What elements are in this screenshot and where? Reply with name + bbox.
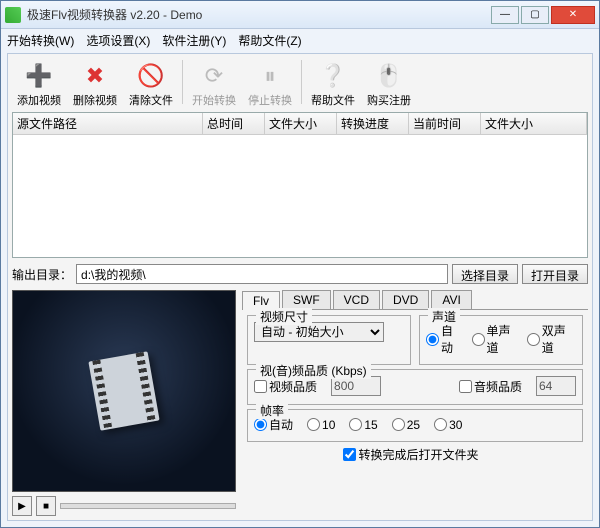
channel-radios: 自动 单声道 双声道 (426, 322, 576, 356)
film-icon (88, 351, 159, 430)
quality-legend: 视(音)频品质 (Kbps) (256, 362, 371, 379)
file-list: 源文件路径 总时间 文件大小 转换进度 当前时间 文件大小 (12, 112, 588, 258)
open-folder-after-check[interactable]: 转换完成后打开文件夹 (343, 446, 478, 463)
output-row: 输出目录： 选择目录 打开目录 (12, 264, 588, 284)
toolbar: ➕ 添加视频 ✖ 删除视频 🚫 清除文件 ⟳ 开始转换 ⏸ 停止转换 (12, 58, 588, 112)
delete-video-label: 删除视频 (73, 92, 117, 108)
clear-files-button[interactable]: 🚫 清除文件 (124, 60, 178, 108)
fps-group: 帧率 自动 10 15 25 30 (247, 409, 583, 442)
window-buttons: — ▢ ✕ (491, 6, 595, 24)
file-list-header: 源文件路径 总时间 文件大小 转换进度 当前时间 文件大小 (13, 113, 587, 135)
toolbar-separator-2 (301, 60, 302, 104)
delete-video-icon: ✖ (79, 60, 111, 92)
output-path-input[interactable] (76, 264, 448, 284)
choose-dir-button[interactable]: 选择目录 (452, 264, 518, 284)
channel-legend: 声道 (428, 308, 460, 325)
channel-auto[interactable]: 自动 (426, 322, 458, 356)
start-convert-label: 开始转换 (192, 92, 236, 108)
video-quality-input (331, 376, 381, 396)
fps-radios: 自动 10 15 25 30 (254, 416, 576, 433)
video-size-select[interactable]: 自动 - 初始大小 (254, 322, 384, 342)
tab-body: 视频尺寸 自动 - 初始大小 声道 自动 单声道 双声道 (242, 310, 588, 516)
fps-legend: 帧率 (256, 402, 288, 419)
video-size-group: 视频尺寸 自动 - 初始大小 (247, 315, 411, 365)
tab-dvd[interactable]: DVD (382, 290, 429, 309)
format-tabs: Flv SWF VCD DVD AVI (242, 290, 588, 310)
menubar: 开始转换(W) 选项设置(X) 软件注册(Y) 帮助文件(Z) (1, 29, 599, 51)
start-convert-button[interactable]: ⟳ 开始转换 (187, 60, 241, 108)
tab-vcd[interactable]: VCD (333, 290, 380, 309)
preview-display (12, 290, 236, 492)
app-icon (5, 7, 21, 23)
menu-start[interactable]: 开始转换(W) (7, 32, 74, 49)
buy-register-label: 购买注册 (367, 92, 411, 108)
col-source-path[interactable]: 源文件路径 (13, 113, 203, 134)
play-controls: ▶ ■ (12, 496, 236, 516)
file-list-body[interactable] (13, 135, 587, 257)
channel-stereo[interactable]: 双声道 (527, 322, 568, 356)
maximize-button[interactable]: ▢ (521, 6, 549, 24)
output-label: 输出目录： (12, 266, 72, 283)
video-size-legend: 视频尺寸 (256, 308, 312, 325)
channel-group: 声道 自动 单声道 双声道 (419, 315, 583, 365)
tab-swf[interactable]: SWF (282, 290, 331, 309)
titlebar: 极速Flv视频转换器 v2.20 - Demo — ▢ ✕ (1, 1, 599, 29)
col-out-size[interactable]: 文件大小 (481, 113, 587, 134)
stop-button[interactable]: ■ (36, 496, 56, 516)
add-video-button[interactable]: ➕ 添加视频 (12, 60, 66, 108)
audio-quality-check[interactable]: 音频品质 (459, 378, 522, 395)
buy-icon: 🖱️ (373, 60, 405, 92)
stop-convert-icon: ⏸ (254, 60, 286, 92)
audio-quality-input (536, 376, 576, 396)
add-video-label: 添加视频 (17, 92, 61, 108)
clear-files-icon: 🚫 (135, 60, 167, 92)
video-quality-check[interactable]: 视频品质 (254, 378, 317, 395)
lower-panel: ▶ ■ Flv SWF VCD DVD AVI 视频尺寸 (12, 290, 588, 516)
app-window: 极速Flv视频转换器 v2.20 - Demo — ▢ ✕ 开始转换(W) 选项… (0, 0, 600, 528)
col-current-time[interactable]: 当前时间 (409, 113, 481, 134)
fps-15[interactable]: 15 (349, 418, 377, 432)
help-icon: ❔ (317, 60, 349, 92)
stop-convert-button[interactable]: ⏸ 停止转换 (243, 60, 297, 108)
buy-register-button[interactable]: 🖱️ 购买注册 (362, 60, 416, 108)
toolbar-separator (182, 60, 183, 104)
play-button[interactable]: ▶ (12, 496, 32, 516)
window-title: 极速Flv视频转换器 v2.20 - Demo (27, 6, 491, 23)
col-total-time[interactable]: 总时间 (203, 113, 265, 134)
add-video-icon: ➕ (23, 60, 55, 92)
fps-10[interactable]: 10 (307, 418, 335, 432)
col-file-size[interactable]: 文件大小 (265, 113, 337, 134)
close-button[interactable]: ✕ (551, 6, 595, 24)
content-area: ➕ 添加视频 ✖ 删除视频 🚫 清除文件 ⟳ 开始转换 ⏸ 停止转换 (7, 53, 593, 521)
settings-panel: Flv SWF VCD DVD AVI 视频尺寸 自动 - 初始大小 (242, 290, 588, 516)
seek-slider[interactable] (60, 503, 236, 509)
clear-files-label: 清除文件 (129, 92, 173, 108)
fps-30[interactable]: 30 (434, 418, 462, 432)
channel-mono[interactable]: 单声道 (472, 322, 513, 356)
fps-25[interactable]: 25 (392, 418, 420, 432)
col-progress[interactable]: 转换进度 (337, 113, 409, 134)
minimize-button[interactable]: — (491, 6, 519, 24)
open-dir-button[interactable]: 打开目录 (522, 264, 588, 284)
help-file-label: 帮助文件 (311, 92, 355, 108)
start-convert-icon: ⟳ (198, 60, 230, 92)
quality-group: 视(音)频品质 (Kbps) 视频品质 音频品质 (247, 369, 583, 405)
menu-options[interactable]: 选项设置(X) (86, 32, 150, 49)
tab-avi[interactable]: AVI (431, 290, 471, 309)
preview-panel: ▶ ■ (12, 290, 236, 516)
stop-convert-label: 停止转换 (248, 92, 292, 108)
menu-register[interactable]: 软件注册(Y) (162, 32, 226, 49)
help-file-button[interactable]: ❔ 帮助文件 (306, 60, 360, 108)
delete-video-button[interactable]: ✖ 删除视频 (68, 60, 122, 108)
menu-help[interactable]: 帮助文件(Z) (238, 32, 301, 49)
